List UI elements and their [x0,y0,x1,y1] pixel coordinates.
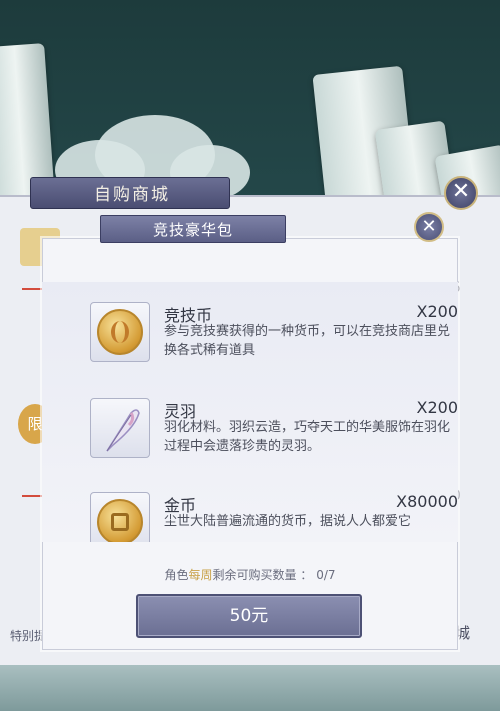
item-icon-frame [90,492,150,542]
gold-coin-icon [97,499,143,542]
item-description: 尘世大陆普遍流通的货币，据说人人都爱它 [164,514,412,529]
item-quantity: X200 [416,398,459,417]
list-item[interactable]: 金币 X80000 尘世大陆普遍流通的货币，据说人人都爱它 [90,492,458,542]
purchase-limit: 角色每周剩余可购买数量 ： 0/7 [42,566,458,583]
limit-count: 0/7 [316,568,336,582]
list-item[interactable]: 竞技币 X200 参与竞技赛获得的一种货币，可以在竞技商店里兑换各式稀有道具 [90,302,458,382]
footer-note: 特别提 [10,629,47,643]
divider-accent [22,495,42,497]
close-icon[interactable]: ✕ [444,176,478,210]
item-description: 羽化材料。羽织云造，巧夺天工的华美服饰在羽化过程中会遗落珍贵的灵羽。 [164,420,451,454]
item-list[interactable]: 竞技币 X200 参与竞技赛获得的一种货币，可以在竞技商店里兑换各式稀有道具 灵… [42,282,458,542]
arena-coin-icon [97,309,143,355]
divider-accent [22,288,42,290]
item-quantity: X80000 [396,492,458,511]
shop-title: 自购商城 [94,185,170,205]
bottom-decoration [0,665,500,711]
coin-emblem [111,321,129,343]
close-icon[interactable]: ✕ [414,212,444,242]
limit-suffix: 剩余可购买数量 ： [212,568,313,582]
item-icon-frame [90,398,150,458]
item-icon-frame [90,302,150,362]
modal-title: 竞技豪华包 [152,221,233,239]
item-quantity: X200 [416,302,459,321]
feather-icon [106,409,140,452]
limit-period: 每周 [188,568,213,582]
limit-prefix: 角色 [164,568,189,582]
coin-hole [111,513,129,531]
buy-button[interactable]: 50元 [136,594,362,638]
list-item[interactable]: 灵羽 X200 羽化材料。羽织云造，巧夺天工的华美服饰在羽化过程中会遗落珍贵的灵… [90,398,458,478]
item-description: 参与竞技赛获得的一种货币，可以在竞技商店里兑换各式稀有道具 [164,324,451,358]
